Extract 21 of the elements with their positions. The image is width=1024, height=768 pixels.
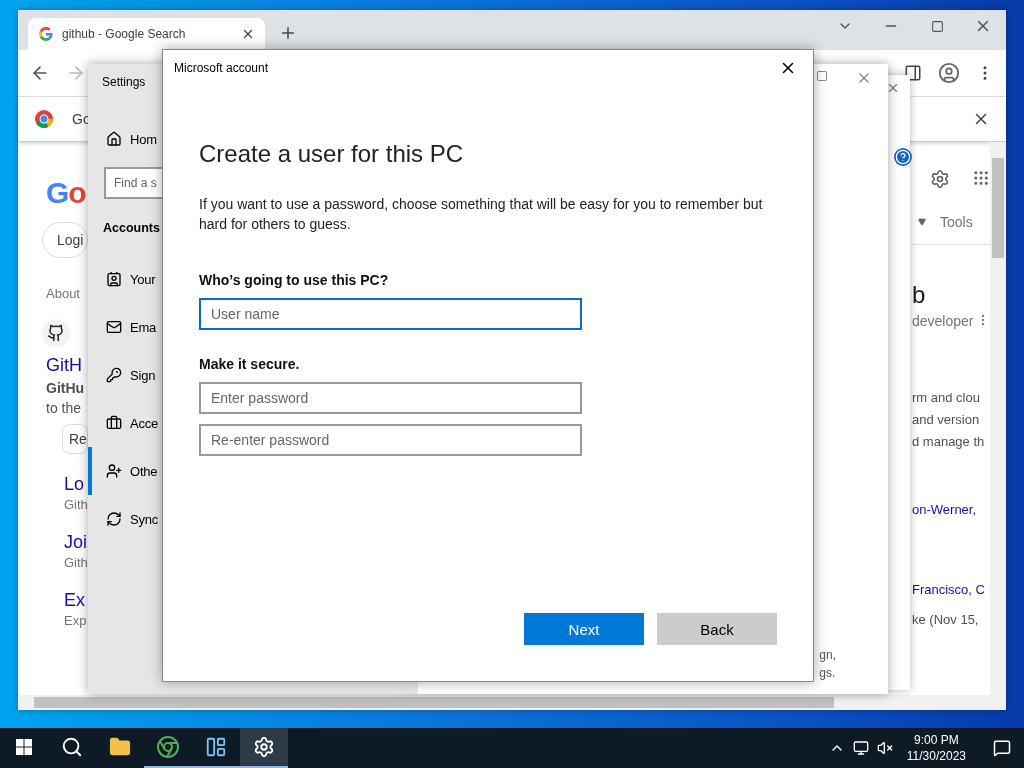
about-text: About: [46, 286, 80, 301]
dialog-title: Microsoft account: [174, 61, 269, 75]
section-heading: Accounts: [103, 221, 160, 235]
panel-text: ke (Nov 15,: [912, 611, 980, 629]
result-source: Gith: [64, 555, 88, 570]
window-title: Settings: [102, 75, 146, 89]
panel-heading: b: [912, 281, 927, 309]
google-logo: Go: [46, 176, 86, 210]
panel-text: d manage th: [912, 433, 986, 451]
result-source: Exp: [64, 613, 87, 628]
field-label: Who’s going to use this PC?: [199, 272, 390, 288]
intro-text: If you want to use a password, choose something that will be easy for you to remember but hard for others to guess.: [199, 195, 764, 234]
result-snippet: GitHu: [46, 380, 85, 396]
panel-subtitle: developer: [912, 313, 974, 329]
panel-text: and version: [912, 411, 981, 429]
dialog-heading: Create a user for this PC: [199, 140, 465, 168]
panel-text: rm and clou: [912, 389, 981, 407]
result-source: Gith: [64, 497, 88, 512]
result-snippet: to the: [46, 400, 82, 416]
field-label: Make it secure.: [199, 356, 301, 372]
footer-text: gn, gs.: [819, 647, 836, 682]
